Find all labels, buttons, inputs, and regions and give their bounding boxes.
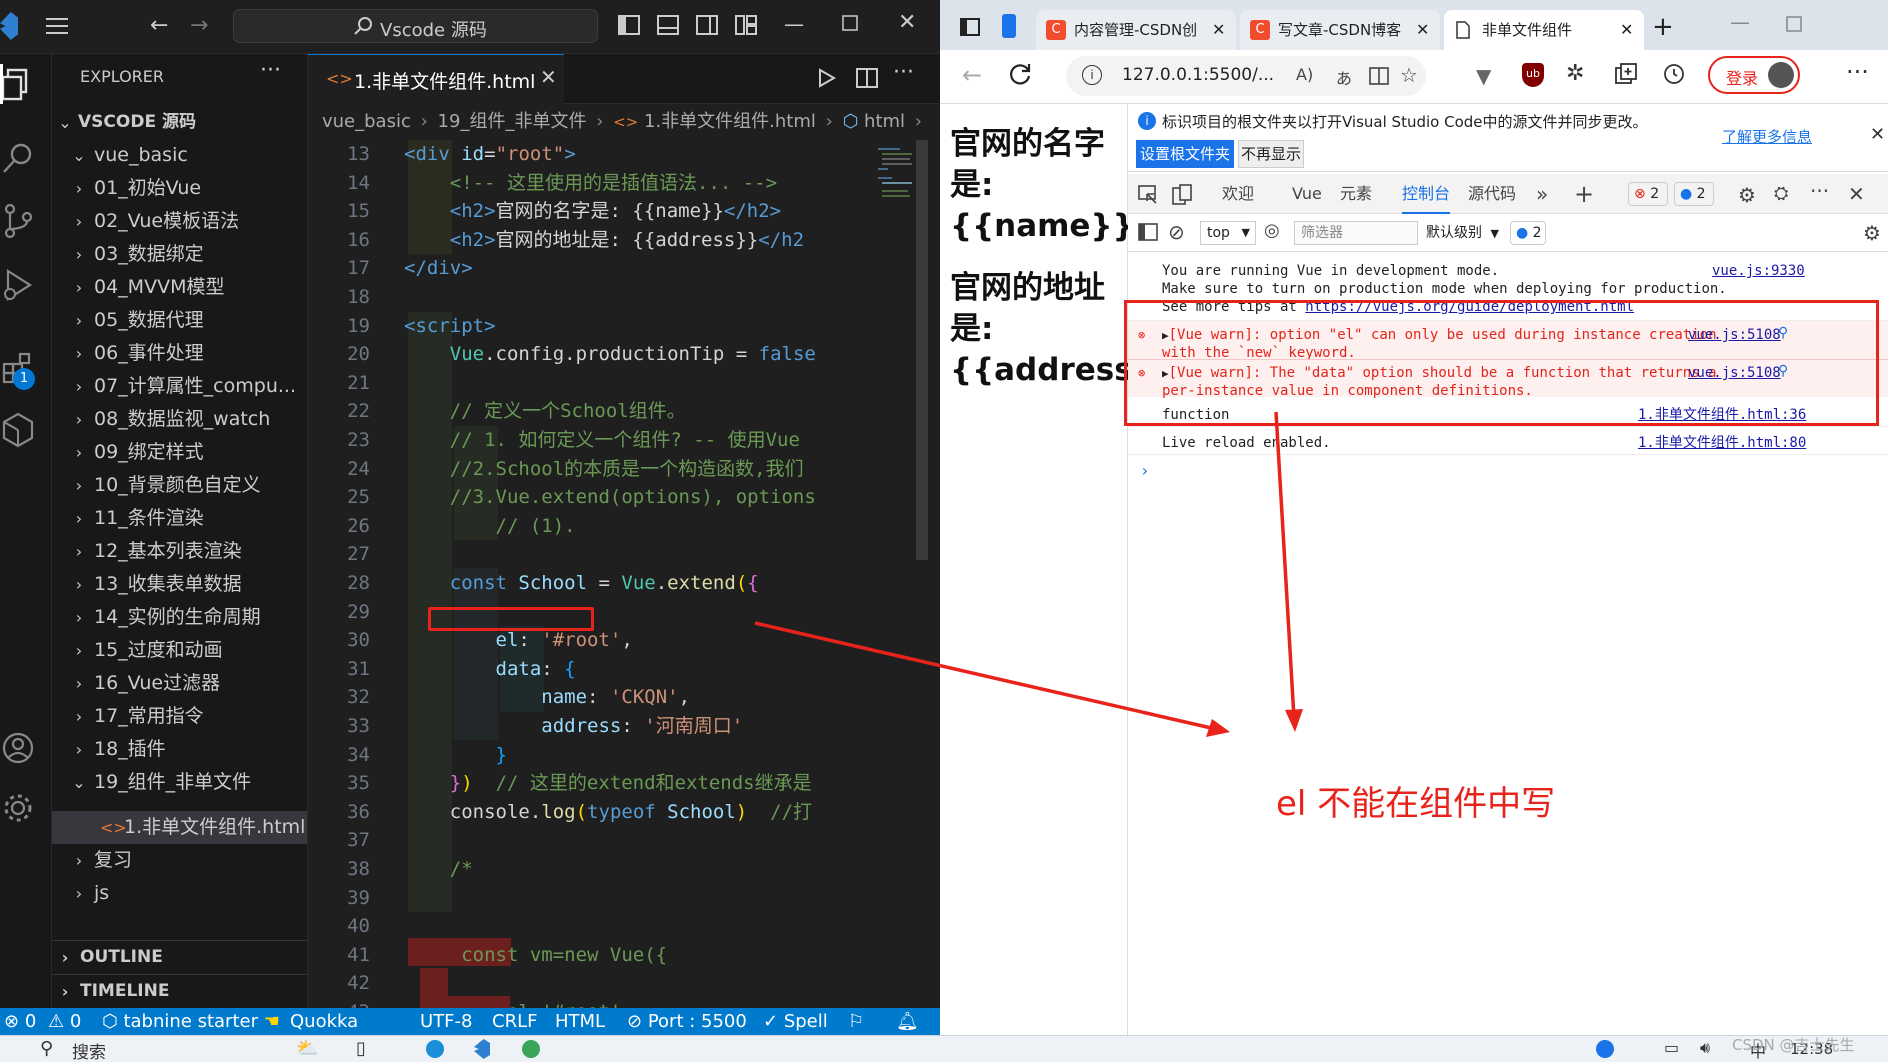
vscode-taskbar-icon[interactable] — [474, 1039, 490, 1059]
edge-taskbar-icon[interactable] — [426, 1040, 444, 1058]
tray-icon[interactable]: ▭ — [1664, 1038, 1679, 1057]
wechat-taskbar-icon[interactable] — [522, 1040, 540, 1058]
volume-icon[interactable]: 🔊︎ — [1700, 1038, 1710, 1058]
annotation-arrows — [754, 411, 1303, 737]
annotation-caption: el 不能在组件中写 — [1276, 784, 1556, 824]
arrow-head — [1206, 719, 1230, 737]
task-view-icon[interactable]: ▯ — [356, 1038, 366, 1059]
annotation-arrow — [754, 621, 1221, 732]
weather-icon[interactable]: ⛅ — [296, 1038, 318, 1059]
search-icon[interactable]: ⚲ — [40, 1038, 53, 1059]
windows-taskbar: ⚲ 搜索 ⛅ ▯ ▭ 🔊︎ 中 12:38 — [0, 1035, 1888, 1062]
arrow-head — [1285, 709, 1303, 732]
taskbar-search-label[interactable]: 搜索 — [72, 1038, 106, 1062]
watermark: CSDN @吉士先生 — [1732, 1036, 1855, 1054]
annotation-arrow — [1274, 411, 1296, 719]
tray-icon[interactable] — [1596, 1040, 1614, 1058]
